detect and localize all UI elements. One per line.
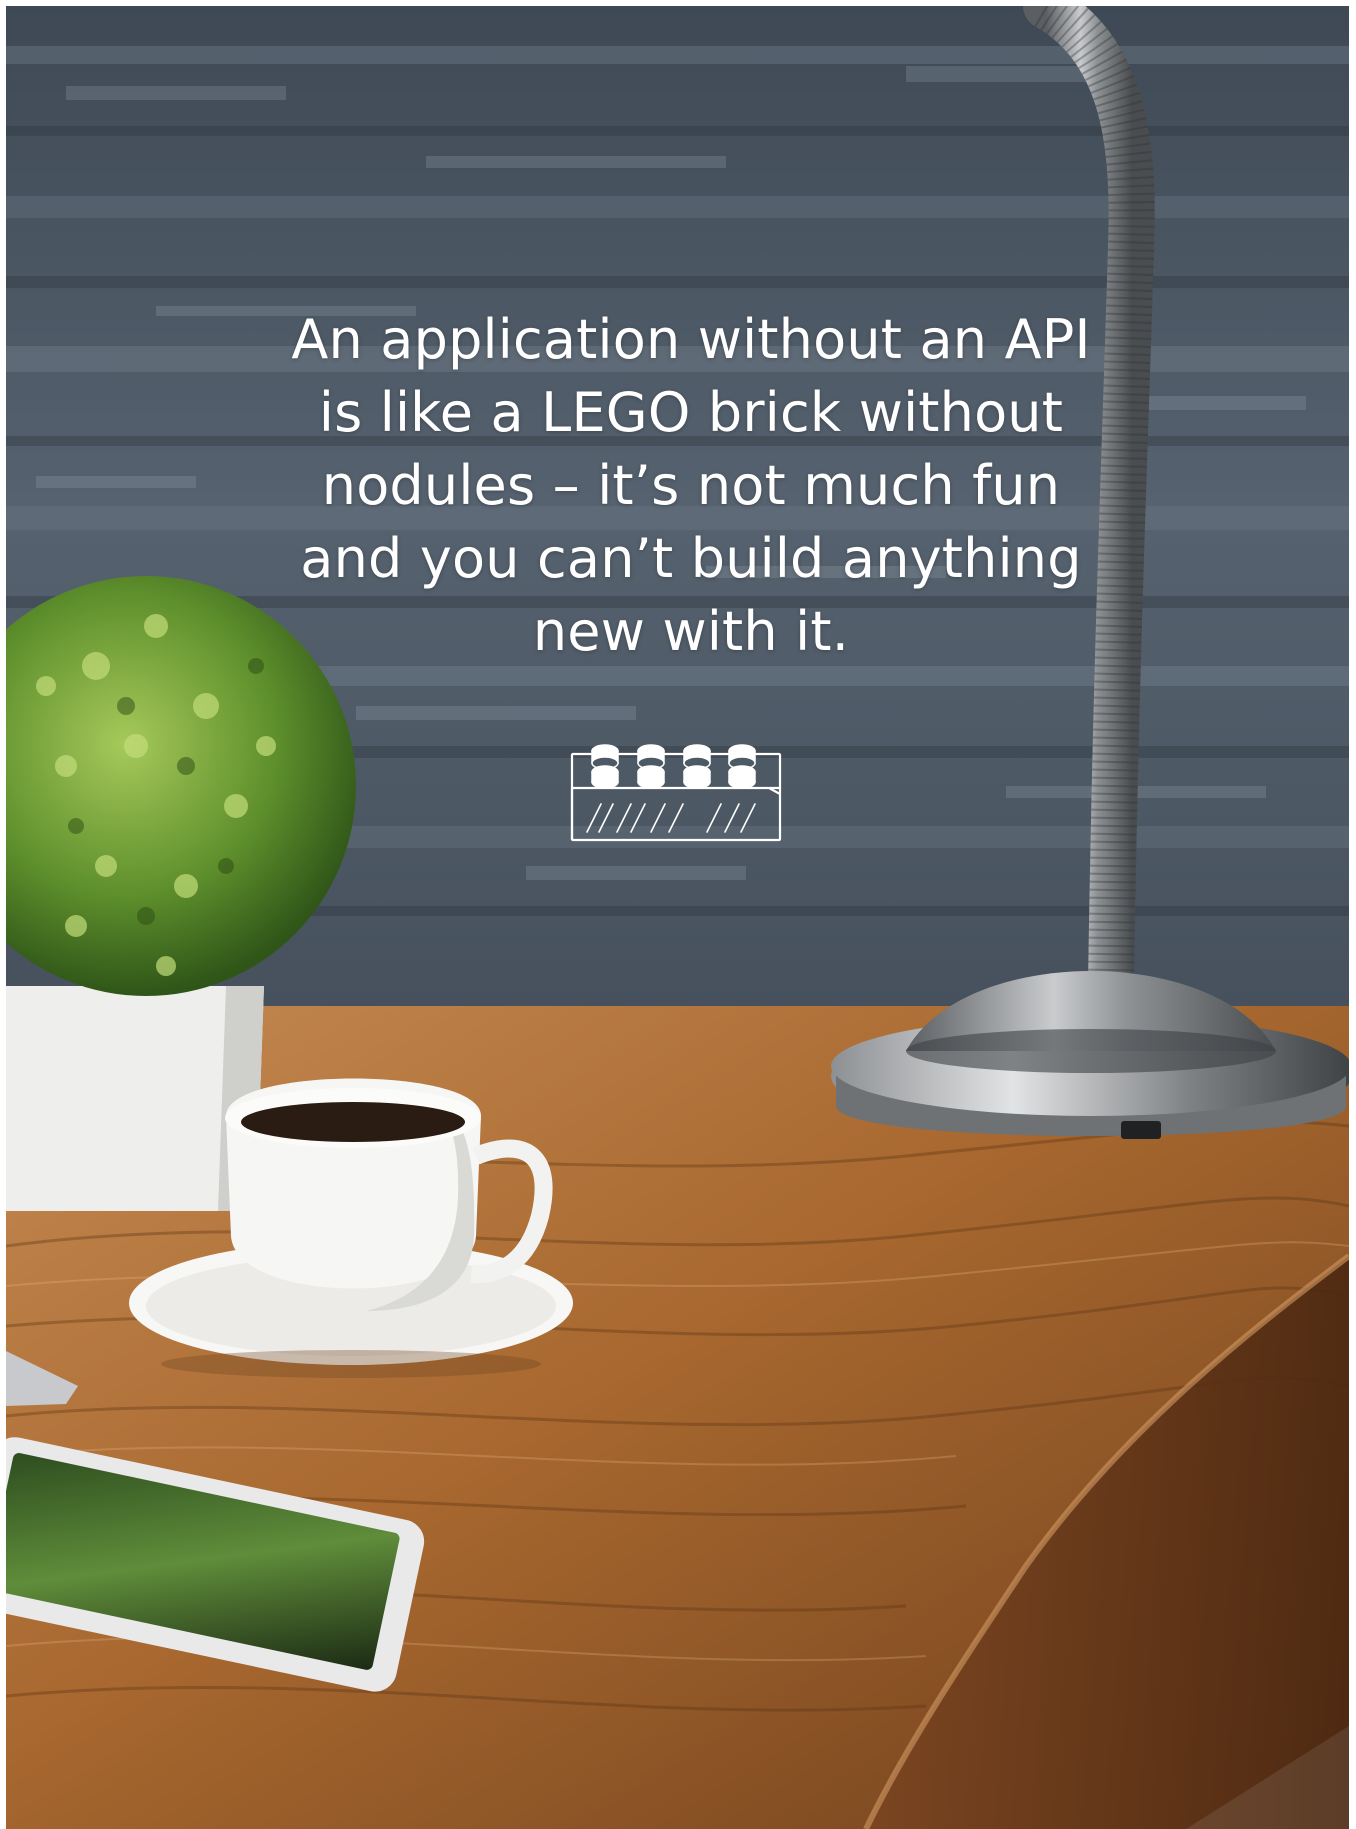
quote-line: new with it. bbox=[532, 600, 850, 663]
quote-line: nodules – it’s not much fun bbox=[321, 454, 1061, 517]
quote-poster: An application without an API is like a … bbox=[6, 6, 1349, 1829]
quote-line: is like a LEGO brick without bbox=[318, 381, 1064, 444]
quote-line: An application without an API bbox=[291, 308, 1091, 371]
desk-scene-photo bbox=[6, 6, 1349, 1829]
quote-line: and you can’t build anything bbox=[300, 527, 1082, 590]
lego-brick-icon bbox=[570, 744, 782, 842]
quote-text: An application without an API is like a … bbox=[236, 303, 1146, 668]
